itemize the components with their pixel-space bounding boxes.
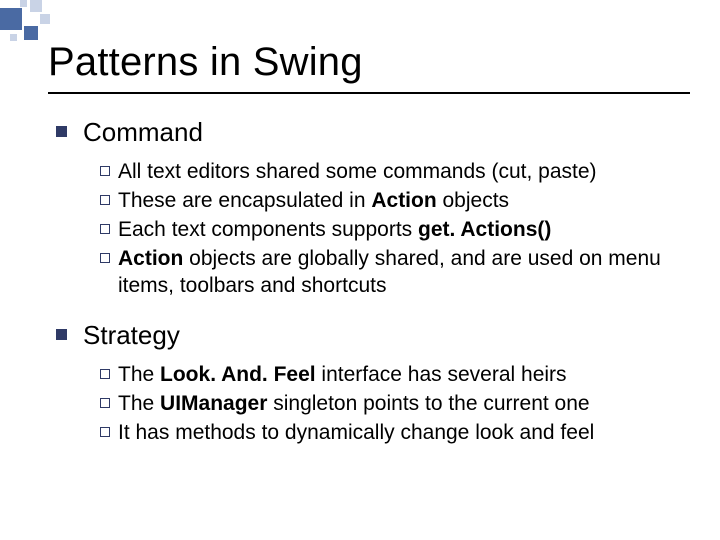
list-item: The Look. And. Feel interface has severa…: [100, 361, 690, 388]
slide-title: Patterns in Swing: [48, 40, 363, 85]
list-item: Each text components supports get. Actio…: [100, 216, 690, 243]
section-heading: Command: [56, 116, 690, 148]
section-heading: Strategy: [56, 319, 690, 351]
list-item: Action objects are globally shared, and …: [100, 245, 690, 299]
list-item: It has methods to dynamically change loo…: [100, 419, 690, 446]
bullet-group: The Look. And. Feel interface has severa…: [100, 361, 690, 446]
list-item: All text editors shared some commands (c…: [100, 158, 690, 185]
bullet-text: Action objects are globally shared, and …: [118, 245, 690, 299]
hollow-square-icon: [100, 224, 110, 234]
square-bullet-icon: [56, 126, 67, 137]
title-rule: [48, 92, 690, 94]
hollow-square-icon: [100, 398, 110, 408]
bullet-text: The Look. And. Feel interface has severa…: [118, 361, 567, 388]
bullet-text: The UIManager singleton points to the cu…: [118, 390, 590, 417]
hollow-square-icon: [100, 195, 110, 205]
hollow-square-icon: [100, 166, 110, 176]
bullet-text: Each text components supports get. Actio…: [118, 216, 551, 243]
bullet-text: These are encapsulated in Action objects: [118, 187, 509, 214]
heading-text: Strategy: [83, 319, 180, 351]
heading-text: Command: [83, 116, 203, 148]
list-item: The UIManager singleton points to the cu…: [100, 390, 690, 417]
hollow-square-icon: [100, 253, 110, 263]
bullet-text: All text editors shared some commands (c…: [118, 158, 597, 185]
hollow-square-icon: [100, 369, 110, 379]
slide-content: Command All text editors shared some com…: [56, 112, 690, 466]
bullet-text: It has methods to dynamically change loo…: [118, 419, 594, 446]
square-bullet-icon: [56, 329, 67, 340]
list-item: These are encapsulated in Action objects: [100, 187, 690, 214]
bullet-group: All text editors shared some commands (c…: [100, 158, 690, 299]
hollow-square-icon: [100, 427, 110, 437]
